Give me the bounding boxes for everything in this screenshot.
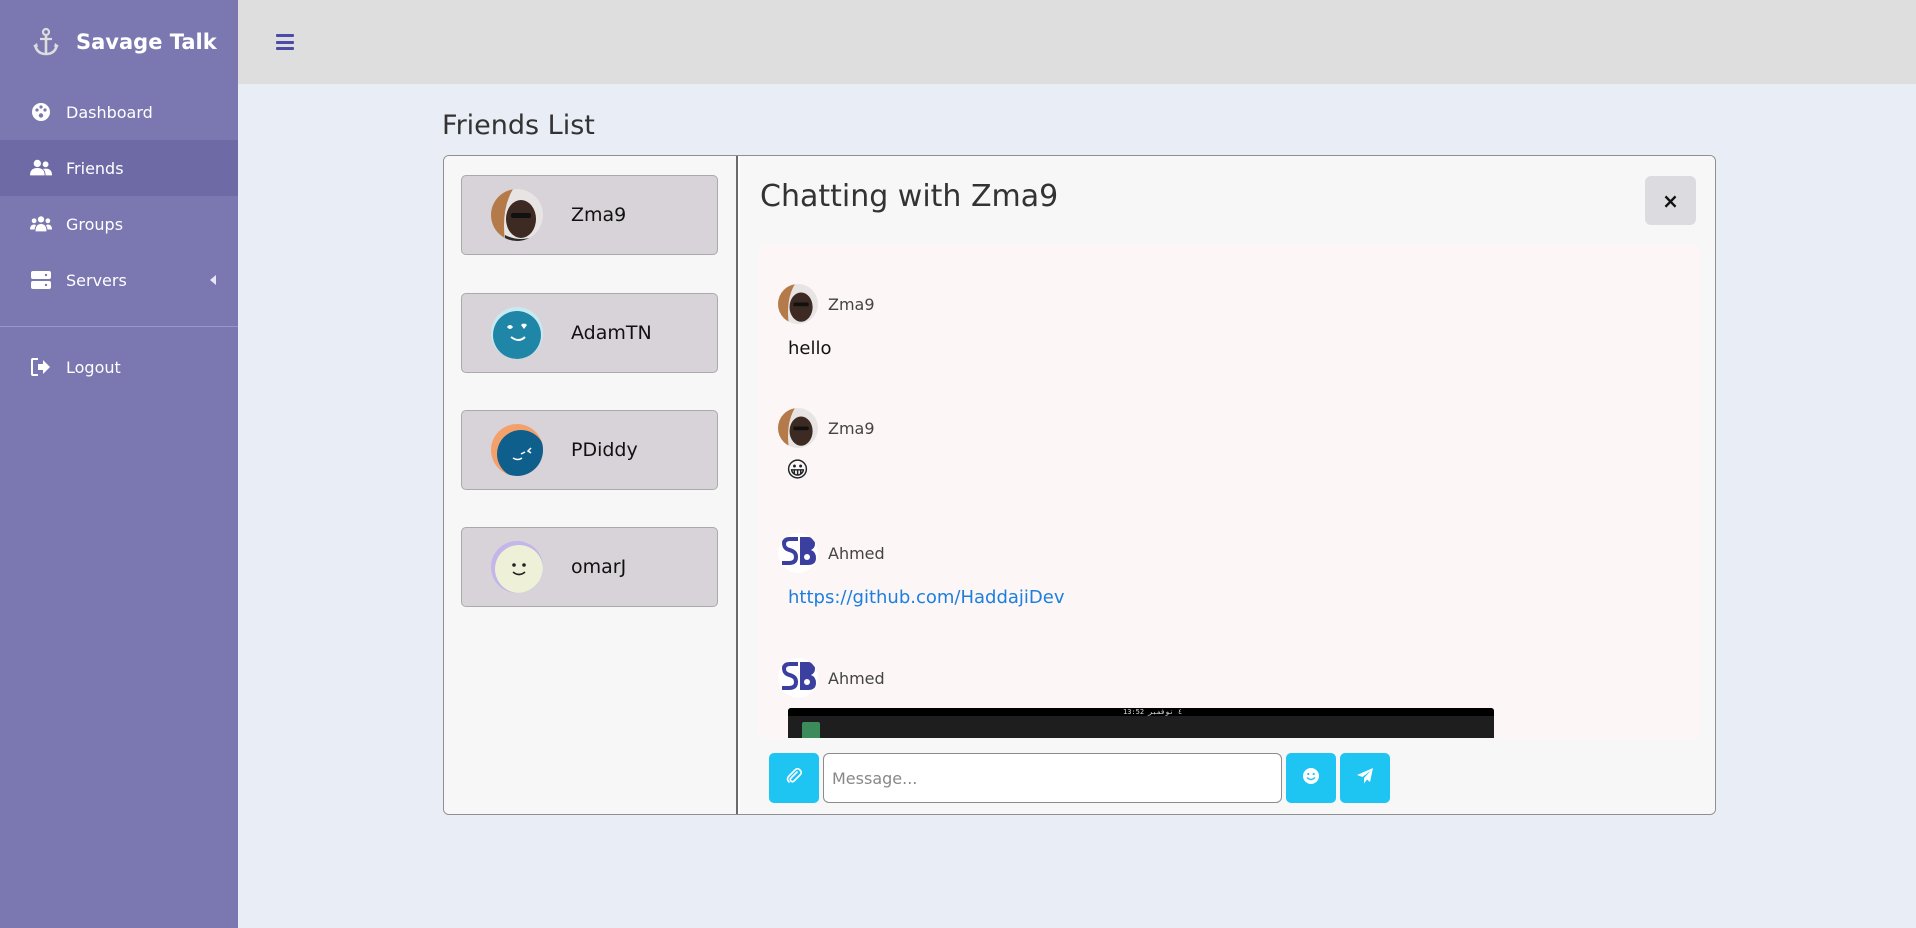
palette-icon xyxy=(30,101,52,123)
sign-out-icon xyxy=(30,356,52,378)
sidebar-item-groups[interactable]: Groups xyxy=(0,196,238,252)
send-button[interactable] xyxy=(1340,753,1390,803)
friend-name: AdamTN xyxy=(571,322,652,344)
friend-name: omarJ xyxy=(571,556,627,578)
caret-left-icon[interactable] xyxy=(210,275,216,285)
message-sender: Zma9 xyxy=(828,294,875,314)
friend-item-adamtn[interactable]: AdamTN xyxy=(461,293,718,373)
message-sender: Ahmed xyxy=(828,543,885,563)
avatar xyxy=(491,424,543,476)
emoji-button[interactable] xyxy=(1286,753,1336,803)
message-sender: Ahmed xyxy=(828,668,885,688)
friend-item-zma9[interactable]: Zma9 xyxy=(461,175,718,255)
message-sender: Zma9 xyxy=(828,418,875,438)
message-item: Zma9 😀 xyxy=(778,408,875,483)
message-text: hello xyxy=(788,338,832,359)
sidebar-item-label: Groups xyxy=(66,214,124,234)
sidebar-item-servers[interactable]: Servers xyxy=(0,252,238,308)
user-friends-icon xyxy=(30,157,52,179)
menu-toggle-icon[interactable] xyxy=(276,34,294,50)
avatar xyxy=(491,189,543,241)
brand-name: Savage Talk xyxy=(76,30,217,54)
message-input[interactable] xyxy=(823,753,1282,803)
message-list[interactable]: Zma9 hello Zma9 😀 Ahmed https://github.c… xyxy=(758,244,1700,738)
message-emoji: 😀 xyxy=(786,458,809,483)
anchor-icon xyxy=(30,26,62,58)
friend-name: PDiddy xyxy=(571,439,638,461)
avatar xyxy=(778,658,818,698)
sidebar-divider xyxy=(0,326,238,327)
chat-panel: Chatting with Zma9 × Zma9 hello Zma9 😀 A… xyxy=(740,156,1715,814)
avatar xyxy=(778,408,818,448)
users-icon xyxy=(30,213,52,235)
sidebar: Savage Talk Dashboard Friends Groups Ser… xyxy=(0,0,238,928)
avatar xyxy=(491,541,543,593)
message-composer xyxy=(769,753,1390,803)
sidebar-item-friends[interactable]: Friends xyxy=(0,140,238,196)
attach-button[interactable] xyxy=(769,753,819,803)
message-item: Zma9 hello xyxy=(778,284,875,359)
paper-plane-icon xyxy=(1356,767,1374,789)
logout-label: Logout xyxy=(66,357,121,377)
chat-title: Chatting with Zma9 xyxy=(760,179,1059,214)
trash-icon xyxy=(802,722,820,738)
message-image[interactable]: 13:52 ٤ نوفمبر xyxy=(788,708,1494,738)
sidebar-item-label: Friends xyxy=(66,158,124,178)
topbar xyxy=(238,0,1916,84)
friend-name: Zma9 xyxy=(571,204,627,226)
brand[interactable]: Savage Talk xyxy=(0,0,238,84)
sidebar-item-dashboard[interactable]: Dashboard xyxy=(0,84,238,140)
sidebar-item-label: Dashboard xyxy=(66,102,153,122)
friends-list: Zma9 AdamTN PDiddy omarJ xyxy=(444,156,738,814)
paperclip-icon xyxy=(786,767,803,789)
friends-panel: Zma9 AdamTN PDiddy omarJ Chatting with Z… xyxy=(443,155,1716,815)
avatar xyxy=(778,284,818,324)
friend-item-omarj[interactable]: omarJ xyxy=(461,527,718,607)
close-chat-button[interactable]: × xyxy=(1645,176,1696,225)
message-item: Ahmed 13:52 ٤ نوفمبر xyxy=(778,658,1494,738)
avatar xyxy=(778,533,818,573)
page-title: Friends List xyxy=(442,110,595,141)
sidebar-item-logout[interactable]: Logout xyxy=(0,339,238,395)
friend-item-pdiddy[interactable]: PDiddy xyxy=(461,410,718,490)
avatar xyxy=(491,307,543,359)
message-link[interactable]: https://github.com/HaddajiDev xyxy=(788,587,1065,608)
image-caption: 13:52 ٤ نوفمبر xyxy=(1123,708,1183,716)
smile-icon xyxy=(1302,767,1320,789)
server-icon xyxy=(30,269,52,291)
message-item: Ahmed https://github.com/HaddajiDev xyxy=(778,533,1065,608)
sidebar-item-label: Servers xyxy=(66,270,127,290)
